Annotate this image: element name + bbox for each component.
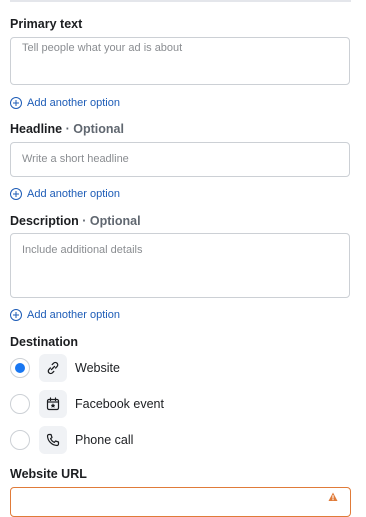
description-placeholder: Include additional details [22, 244, 143, 256]
calendar-star-icon [39, 390, 67, 418]
plus-circle-icon [10, 97, 22, 109]
primary-text-input[interactable]: Tell people what your ad is about [10, 37, 350, 85]
plus-circle-icon [10, 309, 22, 321]
add-option-label: Add another option [27, 188, 120, 200]
headline-label: Headline · Optional [10, 122, 124, 136]
warning-icon [328, 492, 338, 501]
plus-circle-icon [10, 188, 22, 200]
link-icon [39, 354, 67, 382]
website-radio[interactable] [10, 358, 30, 378]
destination-option-facebook-event[interactable]: Facebook event [10, 390, 164, 418]
phone-icon [39, 426, 67, 454]
description-add-option-button[interactable]: Add another option [10, 307, 120, 323]
headline-input[interactable]: Write a short headline [10, 142, 350, 177]
destination-option-website[interactable]: Website [10, 354, 120, 382]
section-divider [10, 0, 351, 2]
primary-text-placeholder: Tell people what your ad is about [22, 42, 183, 54]
headline-add-option-button[interactable]: Add another option [10, 186, 120, 202]
headline-optional-tag: · Optional [65, 122, 124, 136]
add-option-label: Add another option [27, 309, 120, 321]
primary-text-add-option-button[interactable]: Add another option [10, 95, 120, 111]
primary-text-label: Primary text [10, 17, 83, 31]
phone-call-option-label: Phone call [75, 433, 134, 447]
website-option-label: Website [75, 361, 120, 375]
description-label: Description · Optional [10, 214, 141, 228]
destination-option-phone-call[interactable]: Phone call [10, 426, 133, 454]
website-url-label: Website URL [10, 467, 87, 481]
destination-label: Destination [10, 335, 79, 349]
facebook-event-radio[interactable] [10, 394, 30, 414]
facebook-event-option-label: Facebook event [75, 397, 164, 411]
description-input[interactable]: Include additional details [10, 233, 350, 298]
add-option-label: Add another option [27, 97, 120, 109]
phone-call-radio[interactable] [10, 430, 30, 450]
website-url-input[interactable] [10, 487, 351, 517]
headline-placeholder: Write a short headline [22, 153, 129, 165]
description-optional-tag: · Optional [82, 214, 141, 228]
